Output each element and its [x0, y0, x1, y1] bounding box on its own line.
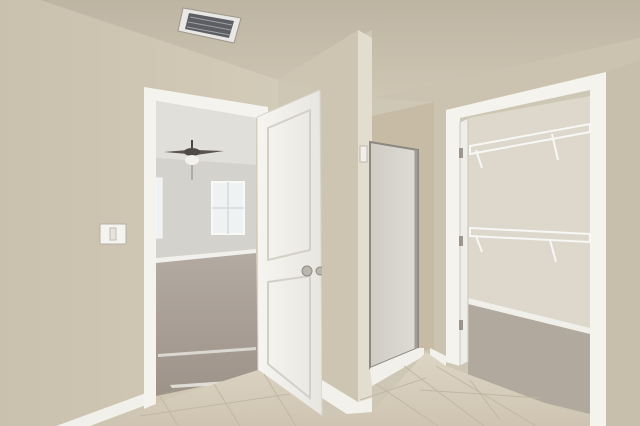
shower-glass-door [369, 140, 419, 370]
closet-doorway [446, 72, 606, 426]
bedroom-door [256, 89, 325, 417]
bedroom-carpet [156, 252, 258, 396]
hallway-illustration [0, 0, 640, 426]
door-knob [301, 265, 313, 277]
light-switch [99, 223, 127, 245]
shower-stall [369, 102, 434, 386]
hallway-photo [0, 0, 640, 426]
